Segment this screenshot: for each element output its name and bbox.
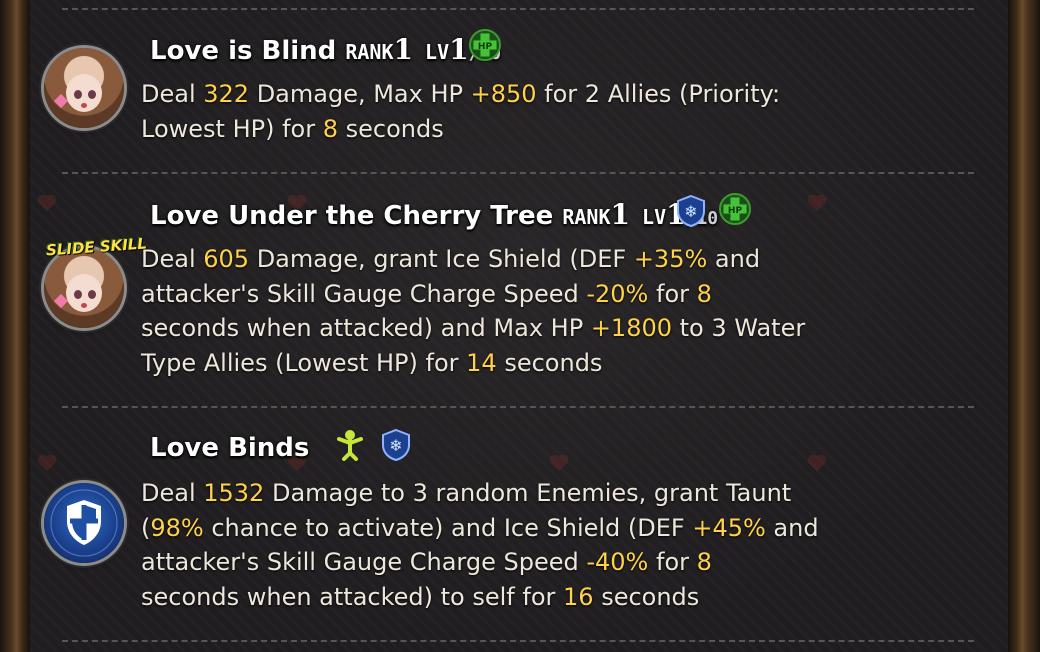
skill-1-portrait-icon[interactable] <box>44 48 124 128</box>
description-text: for <box>648 279 697 308</box>
svg-text:❄: ❄ <box>389 436 402 455</box>
highlight-value: +850 <box>470 80 537 108</box>
description-text: attacker's Skill Gauge Charge Speed <box>141 279 587 308</box>
description-text: Damage, grant Ice Shield (DEF <box>249 245 634 273</box>
description-text: seconds <box>496 349 603 378</box>
highlight-value: 322 <box>203 80 250 108</box>
description-text: seconds when attacked) and Max HP <box>141 314 591 343</box>
skill-2-portrait-icon[interactable] <box>44 248 124 328</box>
hp-heal-icon: HP <box>469 29 501 61</box>
description-text: seconds <box>593 583 700 612</box>
heart-decoration-icon <box>37 194 57 212</box>
description-text: Type Allies (Lowest HP) for <box>141 349 467 378</box>
svg-text:❄: ❄ <box>684 202 697 221</box>
description-text: for 2 Allies (Priority: <box>536 80 781 108</box>
heart-decoration-icon <box>807 454 827 472</box>
section-divider <box>62 172 974 174</box>
highlight-value: -40% <box>586 548 649 577</box>
description-text: Deal <box>141 245 204 273</box>
skill-2-description: Deal 605 Damage, grant Ice Shield (DEF +… <box>141 242 805 381</box>
description-text: Damage to 3 random Enemies, grant Taunt <box>264 479 792 507</box>
skill-1-title-row: Love is Blind RANK1 LV1/10 <box>150 33 501 66</box>
highlight-value: 1532 <box>203 479 265 507</box>
highlight-value: 605 <box>203 245 250 273</box>
heart-decoration-icon <box>549 454 569 472</box>
skill-3-description: Deal 1532 Damage to 3 random Enemies, gr… <box>141 476 819 615</box>
shield-emblem-icon <box>50 489 118 557</box>
skill-3-title: Love Binds <box>150 433 310 463</box>
highlight-value: +1800 <box>590 314 672 343</box>
highlight-value: 98% <box>150 513 204 542</box>
highlight-value: 8 <box>696 548 712 577</box>
description-text: seconds when attacked) to self for <box>141 583 564 612</box>
section-divider <box>62 406 974 408</box>
highlight-value: 14 <box>466 349 497 378</box>
frame-left-border <box>0 0 30 652</box>
section-divider <box>62 8 974 10</box>
svg-text:HP: HP <box>478 42 493 52</box>
highlight-value: +35% <box>633 245 708 273</box>
description-text: and <box>765 513 819 542</box>
skill-1-description: Deal 322 Damage, Max HP +850 for 2 Allie… <box>141 77 780 146</box>
heart-decoration-icon <box>807 194 827 212</box>
heart-decoration-icon <box>37 454 57 472</box>
description-text: chance to activate) and Ice Shield (DEF <box>203 513 693 542</box>
frame-right-border <box>1008 0 1040 652</box>
description-text: to 3 Water <box>672 314 806 343</box>
description-text: ( <box>141 513 151 542</box>
description-text: seconds <box>338 114 444 143</box>
svg-text:HP: HP <box>728 206 743 216</box>
skill-3-shield-badge-icon[interactable] <box>44 483 124 563</box>
description-text: attacker's Skill Gauge Charge Speed <box>141 548 587 577</box>
description-text: Damage, Max HP <box>249 80 471 108</box>
skill-2-title-row: Love Under the Cherry Tree RANK1 LV1/10 <box>150 198 718 231</box>
section-divider <box>62 640 974 642</box>
ice-shield-icon: ❄ <box>382 428 410 462</box>
skill-1-title: Love is Blind <box>150 36 337 66</box>
hp-heal-icon: HP <box>719 193 751 225</box>
description-text: for <box>648 548 697 577</box>
description-text: Deal <box>141 80 204 108</box>
highlight-value: +45% <box>692 513 766 542</box>
highlight-value: 8 <box>322 114 338 143</box>
description-text: Lowest HP) for <box>141 114 323 143</box>
description-text: and <box>707 245 761 273</box>
highlight-value: -20% <box>586 279 649 308</box>
skill-2-title: Love Under the Cherry Tree <box>150 201 554 231</box>
skill-3-title-row: Love Binds <box>150 433 309 463</box>
highlight-value: 8 <box>696 279 712 308</box>
highlight-value: 16 <box>563 583 594 612</box>
description-text: Deal <box>141 479 204 507</box>
ice-shield-icon: ❄ <box>677 194 705 228</box>
taunt-icon <box>337 430 363 461</box>
